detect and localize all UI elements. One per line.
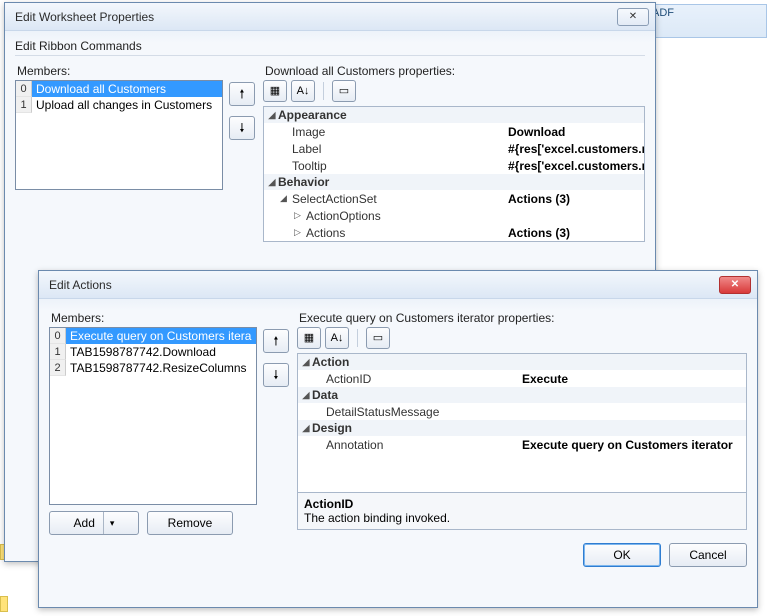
close-button[interactable]: ✕ bbox=[617, 8, 649, 26]
category-action[interactable]: ◢Action bbox=[298, 354, 746, 370]
dialog-titlebar[interactable]: Edit Worksheet Properties ✕ bbox=[5, 3, 655, 31]
prop-row[interactable]: ActionIDExecute bbox=[298, 370, 746, 387]
property-grid[interactable]: ◢Appearance ImageDownload Label#{res['ex… bbox=[263, 106, 645, 242]
list-item-label: Upload all changes in Customers bbox=[32, 97, 222, 113]
property-pages-button[interactable]: ▭ bbox=[366, 327, 390, 349]
move-up-button[interactable]: 🠕 bbox=[263, 329, 289, 353]
collapse-icon: ◢ bbox=[280, 193, 292, 204]
prop-row[interactable]: Tooltip#{res['excel.customers.ribbon.dow bbox=[264, 157, 644, 174]
help-title: ActionID bbox=[304, 497, 740, 511]
categorized-button[interactable]: ▦ bbox=[263, 80, 287, 102]
pages-icon: ▭ bbox=[373, 332, 383, 344]
move-down-button[interactable]: 🠗 bbox=[229, 116, 255, 140]
list-item-label: Execute query on Customers itera bbox=[66, 328, 256, 344]
arrow-down-icon: 🠗 bbox=[273, 368, 278, 382]
close-button[interactable]: ✕ bbox=[719, 276, 751, 294]
list-item[interactable]: 1 Upload all changes in Customers bbox=[16, 97, 222, 113]
properties-label: Download all Customers properties: bbox=[265, 64, 643, 78]
list-item[interactable]: 0 Execute query on Customers itera bbox=[50, 328, 256, 344]
categorized-icon: ▦ bbox=[270, 85, 280, 97]
edit-actions-dialog: Edit Actions ✕ Members: 0 Execute query … bbox=[38, 270, 758, 608]
list-item-label: TAB1598787742.Download bbox=[66, 344, 256, 360]
alphabetical-button[interactable]: A↓ bbox=[325, 327, 349, 349]
dialog-title: Edit Actions bbox=[49, 278, 719, 292]
members-label: Members: bbox=[51, 311, 287, 325]
collapse-icon: ◢ bbox=[266, 177, 278, 188]
collapse-icon: ◢ bbox=[300, 423, 312, 434]
move-down-button[interactable]: 🠗 bbox=[263, 363, 289, 387]
categorized-button[interactable]: ▦ bbox=[297, 327, 321, 349]
expand-icon: ▷ bbox=[294, 210, 306, 221]
arrow-up-icon: 🠕 bbox=[273, 334, 278, 348]
help-pane: ActionID The action binding invoked. bbox=[297, 493, 747, 530]
properties-label: Execute query on Customers iterator prop… bbox=[299, 311, 745, 325]
help-description: The action binding invoked. bbox=[304, 511, 740, 525]
property-pages-button[interactable]: ▭ bbox=[332, 80, 356, 102]
list-item[interactable]: 0 Download all Customers bbox=[16, 81, 222, 97]
close-icon: ✕ bbox=[731, 279, 739, 290]
prop-row[interactable]: ◢SelectActionSetActions (3) bbox=[264, 190, 644, 207]
prop-row[interactable]: ▷ActionsActions (3) bbox=[264, 224, 644, 241]
list-item[interactable]: 2 TAB1598787742.ResizeColumns bbox=[50, 360, 256, 376]
add-button-label: Add bbox=[74, 516, 95, 530]
members-listbox[interactable]: 0 Execute query on Customers itera 1 TAB… bbox=[49, 327, 257, 505]
excel-row-selector-fragment bbox=[0, 596, 8, 612]
collapse-icon: ◢ bbox=[300, 390, 312, 401]
prop-row[interactable]: ImageDownload bbox=[264, 123, 644, 140]
pages-icon: ▭ bbox=[339, 85, 349, 97]
members-label: Members: bbox=[17, 64, 253, 78]
category-appearance[interactable]: ◢Appearance bbox=[264, 107, 644, 123]
category-behavior[interactable]: ◢Behavior bbox=[264, 174, 644, 190]
dialog-title: Edit Worksheet Properties bbox=[15, 10, 617, 24]
propgrid-toolbar: ▦ A↓ ▭ bbox=[297, 327, 747, 349]
prop-row[interactable]: AnnotationExecute query on Customers ite… bbox=[298, 436, 746, 453]
sort-az-icon: A↓ bbox=[297, 85, 310, 97]
add-button[interactable]: Add ▾ bbox=[49, 511, 139, 535]
cancel-button[interactable]: Cancel bbox=[669, 543, 747, 567]
members-listbox[interactable]: 0 Download all Customers 1 Upload all ch… bbox=[15, 80, 223, 190]
property-grid[interactable]: ◢Action ActionIDExecute ◢Data DetailStat… bbox=[297, 353, 747, 493]
collapse-icon: ◢ bbox=[300, 357, 312, 368]
dialog-titlebar[interactable]: Edit Actions ✕ bbox=[39, 271, 757, 299]
prop-row[interactable]: Label#{res['excel.customers.ribbon.dow bbox=[264, 140, 644, 157]
chevron-down-icon: ▾ bbox=[103, 512, 115, 534]
arrow-down-icon: 🠗 bbox=[239, 121, 244, 135]
expand-icon: ▷ bbox=[294, 227, 306, 238]
prop-row[interactable]: DetailStatusMessage bbox=[298, 403, 746, 420]
move-up-button[interactable]: 🠕 bbox=[229, 82, 255, 106]
list-item-label: TAB1598787742.ResizeColumns bbox=[66, 360, 256, 376]
ribbon-fragment: ADF bbox=[647, 4, 767, 38]
prop-row[interactable]: ▷ActionOptions bbox=[264, 207, 644, 224]
remove-button[interactable]: Remove bbox=[147, 511, 233, 535]
categorized-icon: ▦ bbox=[304, 332, 314, 344]
list-item[interactable]: 1 TAB1598787742.Download bbox=[50, 344, 256, 360]
category-data[interactable]: ◢Data bbox=[298, 387, 746, 403]
category-design[interactable]: ◢Design bbox=[298, 420, 746, 436]
propgrid-toolbar: ▦ A↓ ▭ bbox=[263, 80, 645, 102]
section-title: Edit Ribbon Commands bbox=[15, 39, 645, 56]
collapse-icon: ◢ bbox=[266, 110, 278, 121]
arrow-up-icon: 🠕 bbox=[239, 87, 244, 101]
alphabetical-button[interactable]: A↓ bbox=[291, 80, 315, 102]
list-item-label: Download all Customers bbox=[32, 81, 222, 97]
ok-button[interactable]: OK bbox=[583, 543, 661, 567]
close-icon: ✕ bbox=[629, 11, 637, 22]
sort-az-icon: A↓ bbox=[331, 332, 344, 344]
